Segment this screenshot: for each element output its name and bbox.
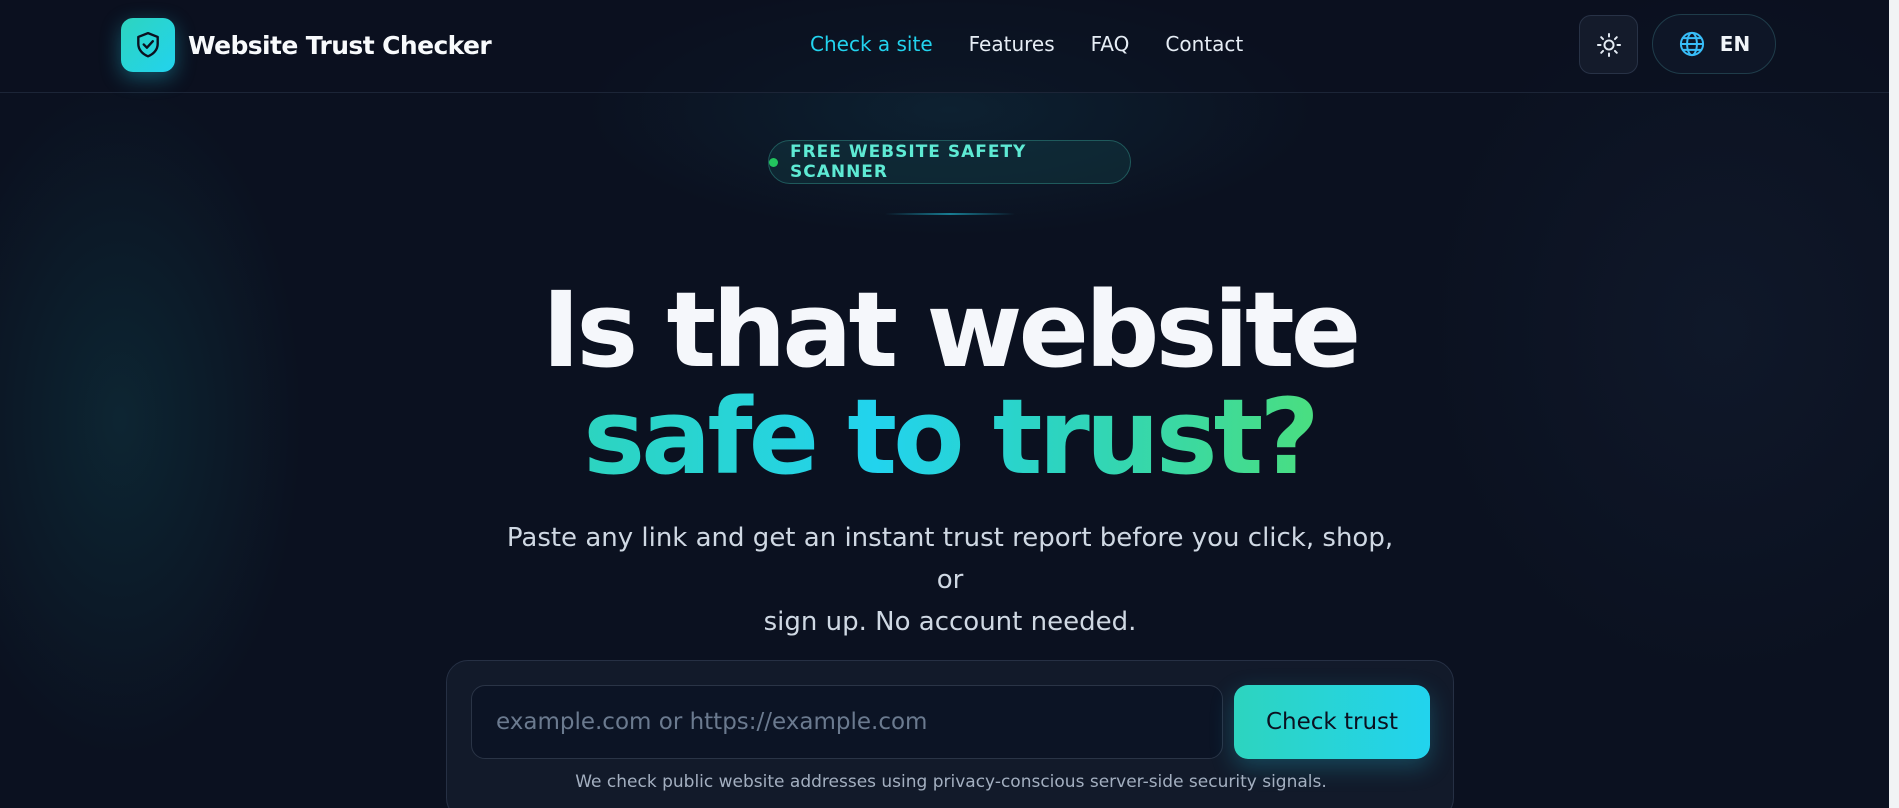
page-scrollbar[interactable]: [1889, 0, 1899, 808]
main-nav: Check a site Features FAQ Contact: [810, 32, 1243, 56]
url-input[interactable]: [471, 685, 1223, 759]
nav-faq[interactable]: FAQ: [1091, 32, 1130, 56]
language-label: EN: [1719, 32, 1751, 56]
shield-check-icon: [121, 18, 175, 72]
brand[interactable]: Website Trust Checker: [121, 18, 492, 72]
decorative-divider: [885, 213, 1015, 215]
subtitle-line-1: Paste any link and get an instant trust …: [506, 523, 1394, 595]
subtitle-line-2: sign up. No account needed.: [763, 607, 1137, 637]
hero-subtitle: Paste any link and get an instant trust …: [500, 517, 1400, 643]
brand-name: Website Trust Checker: [188, 30, 492, 60]
theme-toggle-button[interactable]: [1579, 15, 1638, 74]
nav-check-a-site[interactable]: Check a site: [810, 32, 933, 56]
site-header: Website Trust Checker Check a site Featu…: [0, 0, 1889, 93]
globe-icon: [1679, 31, 1704, 57]
language-selector[interactable]: EN: [1652, 14, 1776, 74]
headline-line-2: safe to trust?: [0, 385, 1899, 489]
status-dot: [769, 157, 778, 167]
headline-gradient-text: safe to trust?: [583, 376, 1319, 498]
nav-contact[interactable]: Contact: [1165, 32, 1243, 56]
sun-icon: [1596, 32, 1621, 57]
check-trust-button[interactable]: Check trust: [1234, 685, 1430, 759]
nav-features[interactable]: Features: [969, 32, 1055, 56]
privacy-note: We check public website addresses using …: [575, 772, 1327, 792]
search-card: Check trust We check public website addr…: [446, 660, 1454, 808]
badge-label: FREE WEBSITE SAFETY SCANNER: [789, 142, 1027, 182]
headline-line-1: Is that website: [541, 269, 1362, 391]
scanner-badge: FREE WEBSITE SAFETY SCANNER: [768, 140, 1131, 184]
